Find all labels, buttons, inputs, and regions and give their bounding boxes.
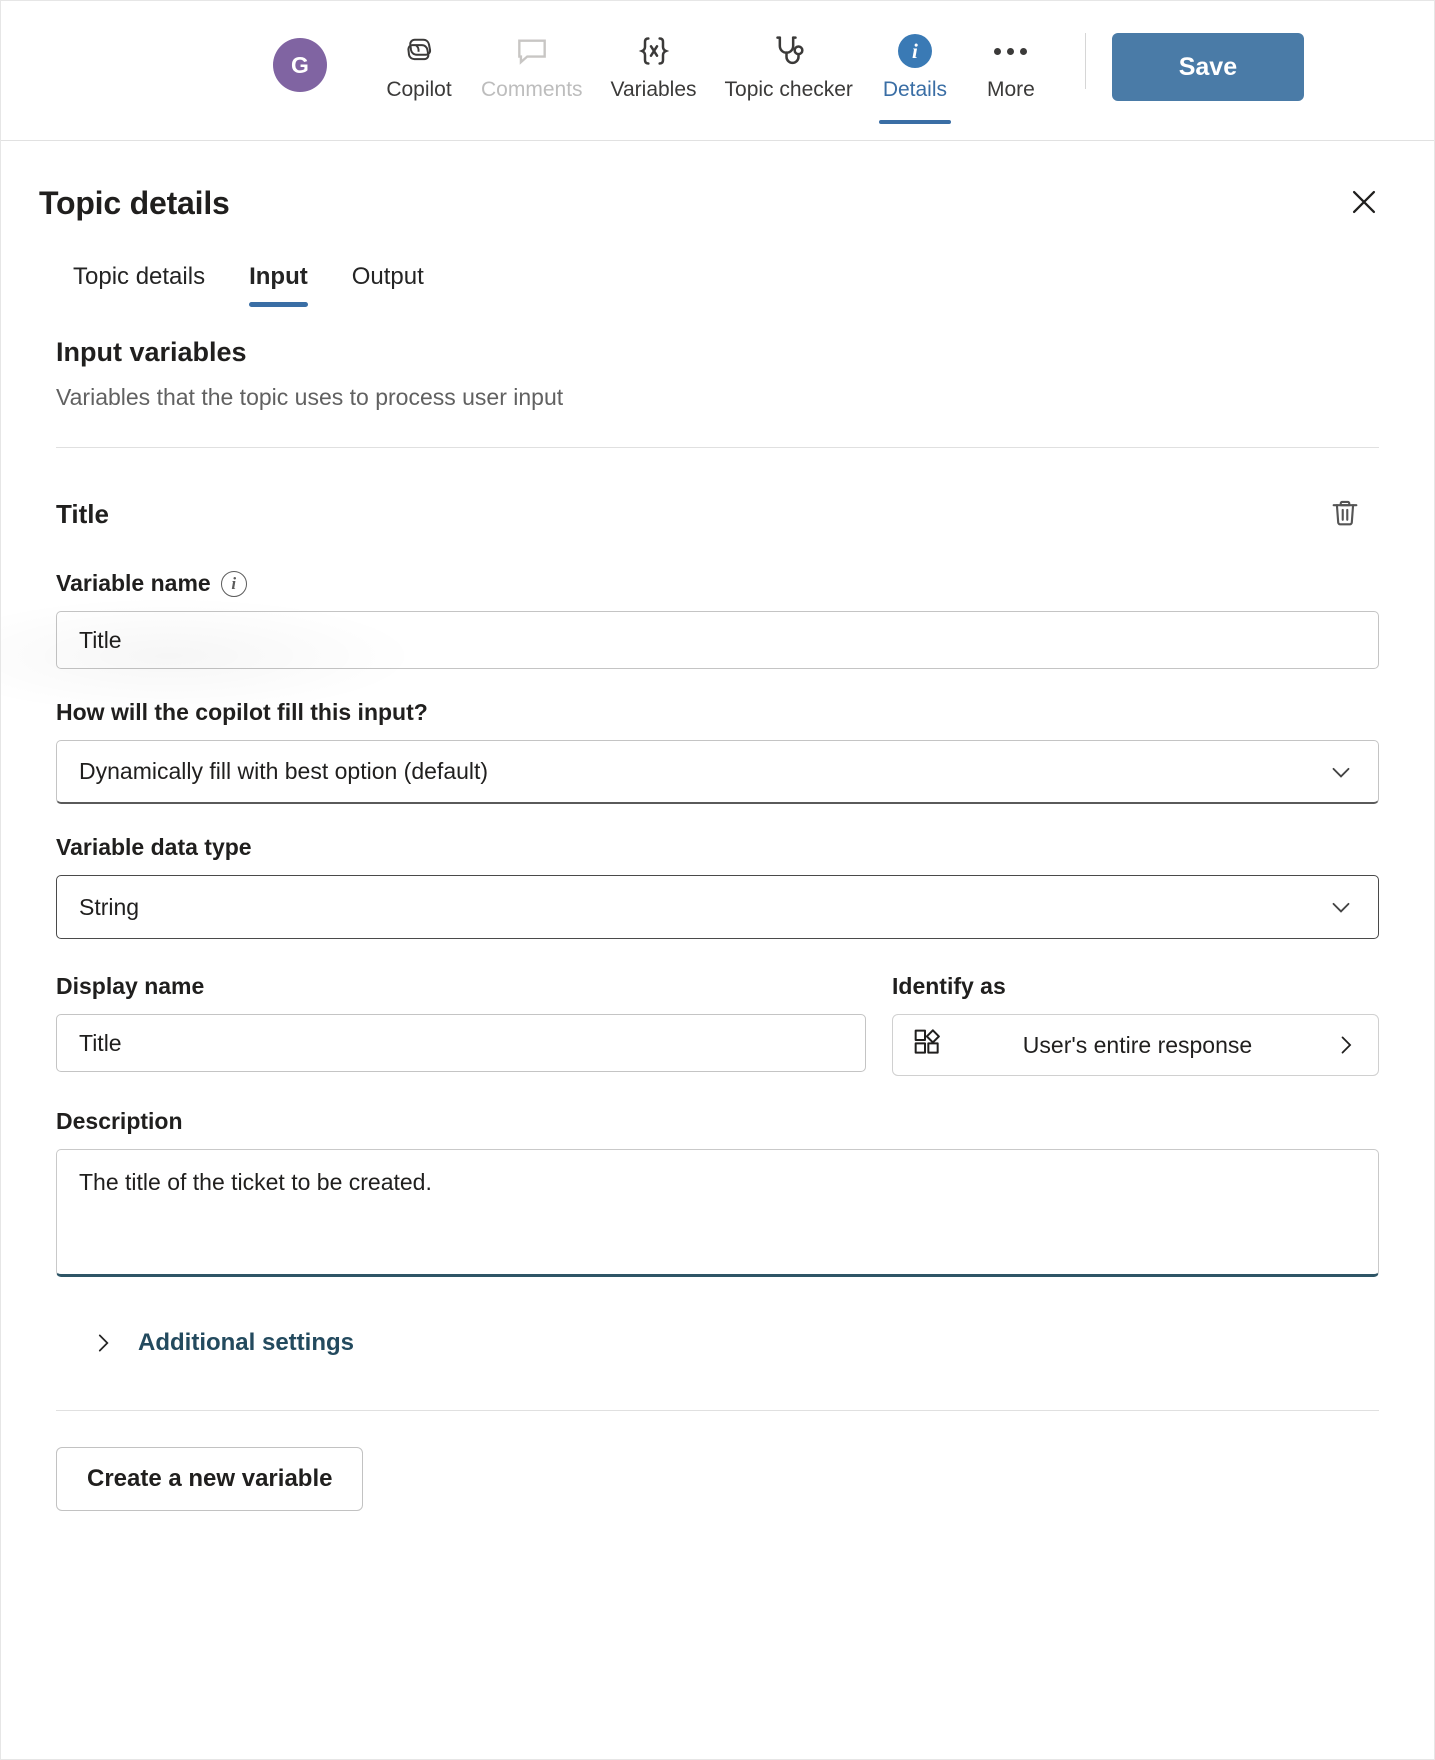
data-type-value: String — [79, 893, 140, 920]
command-comments[interactable]: Comments — [467, 29, 597, 102]
topic-details-screen: G Copilot Comments Variables Topic check… — [0, 0, 1435, 1760]
entity-blocks-icon — [911, 1026, 943, 1064]
variables-braces-icon — [634, 29, 674, 73]
command-label: Variables — [610, 78, 697, 101]
chevron-right-icon — [1332, 1031, 1360, 1059]
command-topic-checker[interactable]: Topic checker — [711, 29, 867, 102]
identify-as-label: Identify as — [892, 973, 1006, 999]
page-title: Topic details — [39, 184, 230, 221]
fill-mode-value: Dynamically fill with best option (defau… — [79, 758, 489, 784]
section-subtitle: Variables that the topic uses to process… — [56, 384, 564, 410]
data-type-field: Variable data type String — [56, 834, 1379, 939]
save-button[interactable]: Save — [1111, 33, 1304, 101]
identify-as-field: Identify as User's entire response — [892, 973, 1379, 1076]
tab-topic-details[interactable]: Topic details — [51, 255, 227, 307]
command-variables[interactable]: Variables — [597, 29, 711, 102]
toolbar-divider — [1084, 33, 1086, 89]
topic-details-panel: Topic details Topic details Input Output… — [1, 141, 1434, 1511]
comment-icon — [513, 29, 551, 73]
variable-heading: Title — [56, 498, 109, 529]
variable-name-field: Variable name i — [56, 570, 1379, 669]
variable-name-input[interactable] — [56, 611, 1379, 669]
command-copilot[interactable]: Copilot — [371, 29, 467, 102]
command-label: Details — [882, 78, 948, 101]
avatar-initial: G — [291, 51, 309, 78]
display-name-field: Display name — [56, 973, 866, 1076]
command-more[interactable]: More — [963, 29, 1059, 102]
command-label: More — [986, 78, 1035, 101]
identify-as-value: User's entire response — [1022, 1031, 1253, 1058]
command-label: Comments — [481, 78, 583, 101]
copilot-icon — [399, 29, 439, 73]
additional-settings-toggle[interactable]: Additional settings — [56, 1328, 360, 1358]
create-new-variable-button[interactable]: Create a new variable — [56, 1447, 364, 1511]
tab-input[interactable]: Input — [227, 255, 330, 307]
fill-mode-field: How will the copilot fill this input? Dy… — [56, 699, 1379, 804]
info-circle-icon: i — [897, 29, 932, 73]
footer-divider — [56, 1410, 1379, 1411]
fill-mode-label: How will the copilot fill this input? — [56, 699, 428, 725]
additional-settings-label: Additional settings — [138, 1329, 354, 1356]
close-panel-button[interactable] — [1338, 177, 1390, 229]
command-label: Copilot — [386, 78, 452, 101]
data-type-dropdown[interactable]: String — [56, 875, 1379, 939]
info-icon[interactable]: i — [220, 570, 247, 597]
section-divider — [56, 447, 1379, 448]
display-identify-row: Display name Identify as — [56, 973, 1379, 1076]
input-variables-section: Input variables Variables that the topic… — [1, 337, 1434, 1511]
variable-name-label: Variable name i — [56, 570, 1379, 597]
display-name-label: Display name — [56, 973, 205, 999]
tab-output[interactable]: Output — [330, 255, 446, 307]
label-text: Variable name — [56, 570, 211, 596]
description-label: Description — [56, 1108, 183, 1134]
chevron-down-icon — [1326, 892, 1356, 922]
command-label: Topic checker — [724, 78, 853, 101]
display-name-input[interactable] — [56, 1014, 866, 1072]
close-icon — [1347, 185, 1381, 222]
chevron-down-icon — [1326, 757, 1356, 787]
variable-header: Title — [56, 488, 1379, 540]
avatar[interactable]: G — [273, 38, 327, 92]
delete-variable-button[interactable] — [1319, 488, 1371, 540]
panel-tabs: Topic details Input Output — [1, 255, 1434, 307]
active-tab-indicator — [878, 120, 951, 125]
identify-as-picker[interactable]: User's entire response — [892, 1014, 1379, 1076]
panel-header: Topic details — [1, 141, 1434, 229]
command-details[interactable]: i Details — [867, 29, 963, 125]
description-textarea[interactable] — [56, 1149, 1379, 1277]
stethoscope-icon — [769, 29, 809, 73]
description-field: Description — [56, 1108, 1379, 1282]
fill-mode-dropdown[interactable]: Dynamically fill with best option (defau… — [56, 740, 1379, 804]
data-type-label: Variable data type — [56, 834, 252, 860]
command-bar: G Copilot Comments Variables Topic check… — [1, 1, 1434, 141]
section-heading: Input variables — [56, 337, 247, 367]
trash-icon — [1328, 496, 1362, 533]
chevron-right-icon — [90, 1330, 116, 1356]
ellipsis-icon — [994, 29, 1028, 73]
